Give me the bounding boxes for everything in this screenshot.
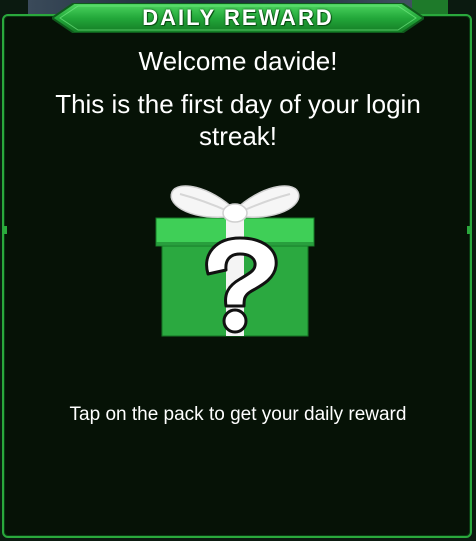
mystery-gift-pack[interactable] <box>150 176 320 341</box>
panel-right-notch <box>467 226 470 234</box>
welcome-message: Welcome davide! <box>138 46 338 76</box>
title-banner: DAILY REWARD <box>52 3 424 33</box>
panel-left-notch <box>4 226 7 234</box>
streak-message: This is the first day of your login stre… <box>55 89 421 151</box>
dialog-title: DAILY REWARD <box>142 5 334 30</box>
tap-hint: Tap on the pack to get your daily reward <box>69 404 407 425</box>
mystery-gift-box-icon <box>155 185 315 337</box>
